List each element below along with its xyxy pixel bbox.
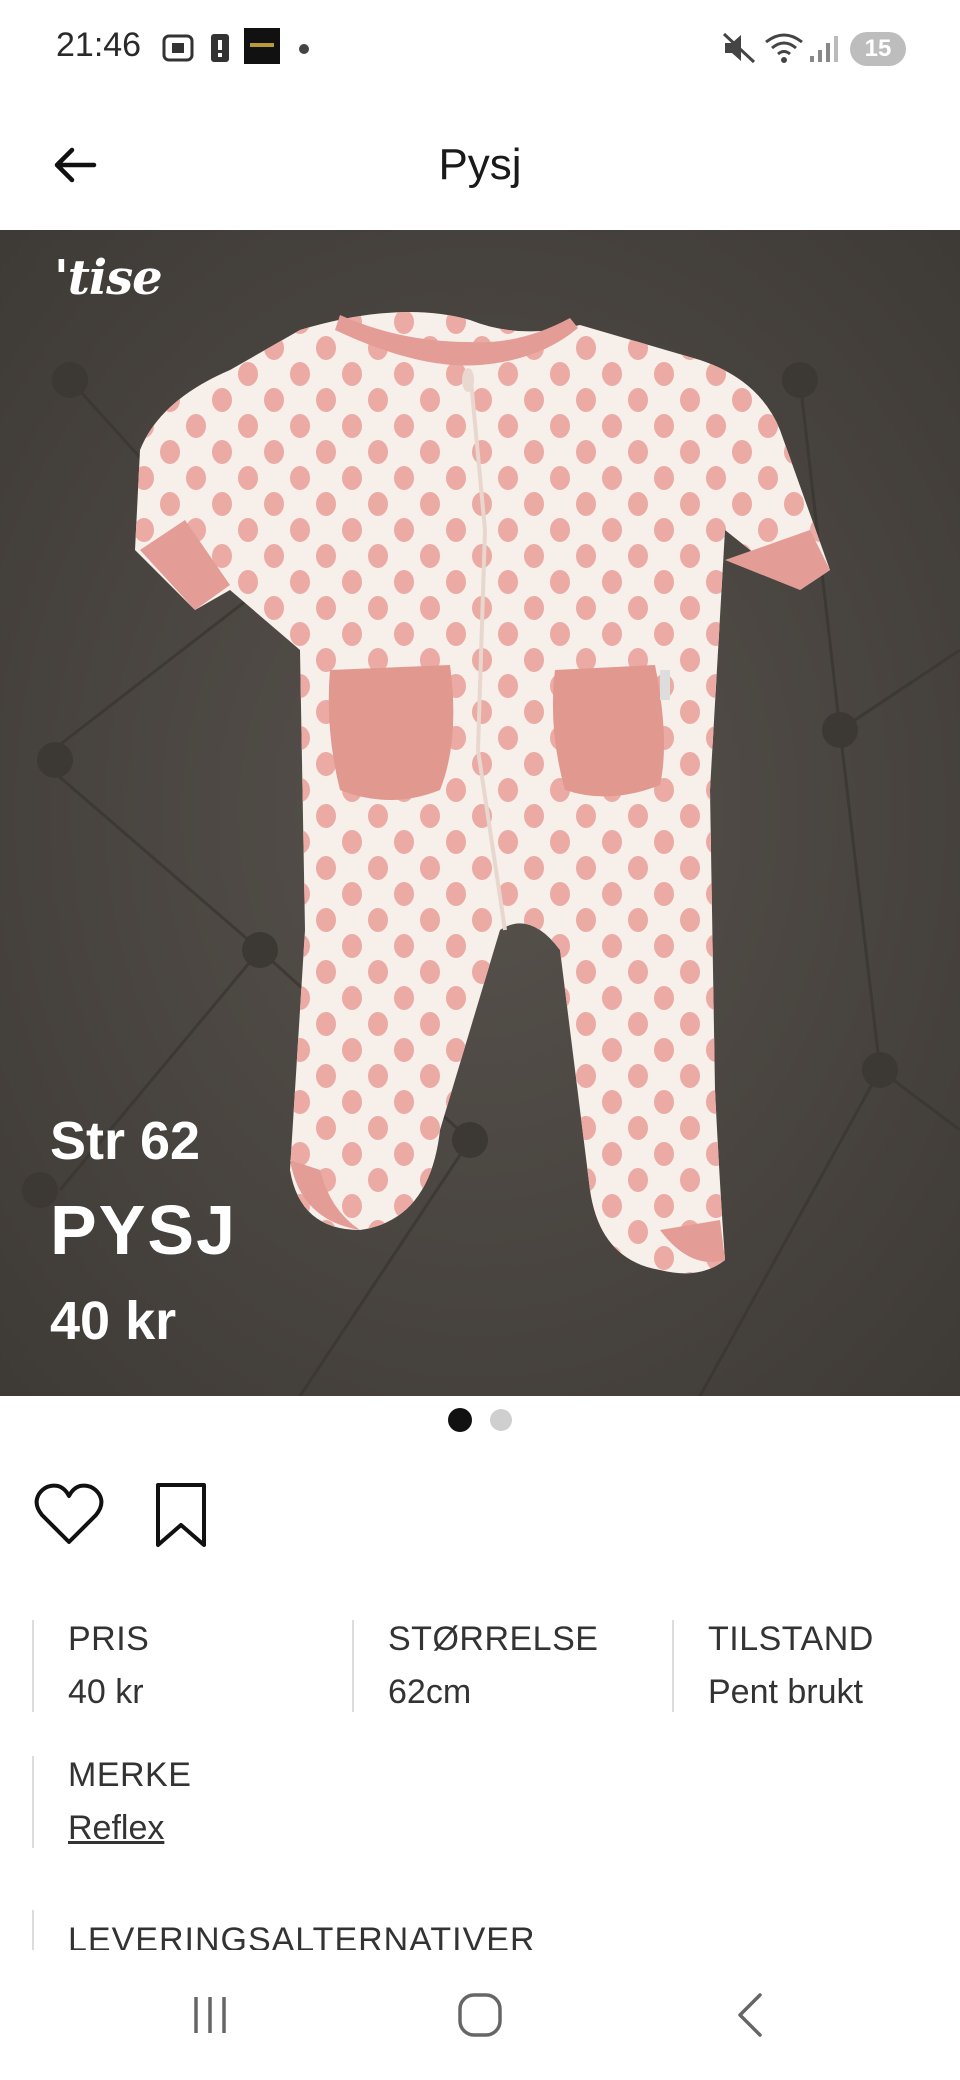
- brand-link[interactable]: Reflex: [68, 1809, 191, 1848]
- status-bar: 21:46 15: [0, 0, 960, 100]
- overlay-price-text: 40 kr: [50, 1291, 177, 1351]
- spec-price-label: PRIS: [68, 1620, 150, 1658]
- pagination-dot-active[interactable]: [448, 1408, 472, 1432]
- app-header: Pysj: [0, 100, 960, 230]
- dot-icon: [298, 42, 310, 60]
- status-time: 21:46: [56, 26, 142, 64]
- battery-alert-icon: [208, 30, 232, 71]
- like-button[interactable]: [32, 1478, 106, 1552]
- mute-icon: [722, 30, 756, 71]
- app-thumbnail-icon: [244, 28, 280, 69]
- product-image-carousel[interactable]: 'tise Str 62 PYSJ 40 kr: [0, 230, 960, 1396]
- overlay-name-text: PYSJ: [50, 1191, 237, 1269]
- spec-size-value: 62cm: [388, 1673, 472, 1711]
- system-nav-bar: [0, 1950, 960, 2080]
- heart-icon: [34, 1483, 104, 1544]
- listing-actions: [32, 1470, 218, 1560]
- signal-icon: [808, 30, 838, 71]
- delivery-section: LEVERINGSALTERNATIVER: [32, 1910, 536, 1950]
- nav-back-button[interactable]: [700, 1980, 800, 2050]
- spec-size: STØRRELSE 62cm: [352, 1620, 598, 1712]
- spec-price-value: 40 kr: [68, 1673, 144, 1711]
- spec-condition-label: TILSTAND: [708, 1620, 874, 1658]
- back-chevron-icon: [738, 1993, 762, 2037]
- screenshot-icon: [160, 30, 196, 71]
- spec-brand: MERKE Reflex: [32, 1756, 191, 1848]
- spec-condition: TILSTAND Pent brukt: [672, 1620, 874, 1712]
- delivery-label: LEVERINGSALTERNATIVER: [68, 1921, 536, 1950]
- wifi-icon: [764, 30, 804, 71]
- home-button[interactable]: [430, 1980, 530, 2050]
- page-title: Pysj: [438, 140, 522, 189]
- spec-condition-value: Pent brukt: [708, 1673, 863, 1711]
- notification-count-badge: 15: [850, 32, 906, 66]
- carousel-pagination: [0, 1408, 960, 1432]
- pagination-dot[interactable]: [490, 1409, 512, 1431]
- spec-brand-label: MERKE: [68, 1756, 192, 1794]
- recents-icon: [194, 1997, 226, 2033]
- spec-size-label: STØRRELSE: [388, 1620, 599, 1658]
- overlay-size-text: Str 62: [50, 1111, 201, 1171]
- bookmark-icon: [156, 1483, 206, 1547]
- recents-button[interactable]: [160, 1980, 260, 2050]
- brand-watermark: 'tise: [54, 250, 163, 306]
- spec-price: PRIS 40 kr: [32, 1620, 149, 1712]
- home-icon: [458, 1993, 502, 2037]
- save-button[interactable]: [144, 1478, 218, 1552]
